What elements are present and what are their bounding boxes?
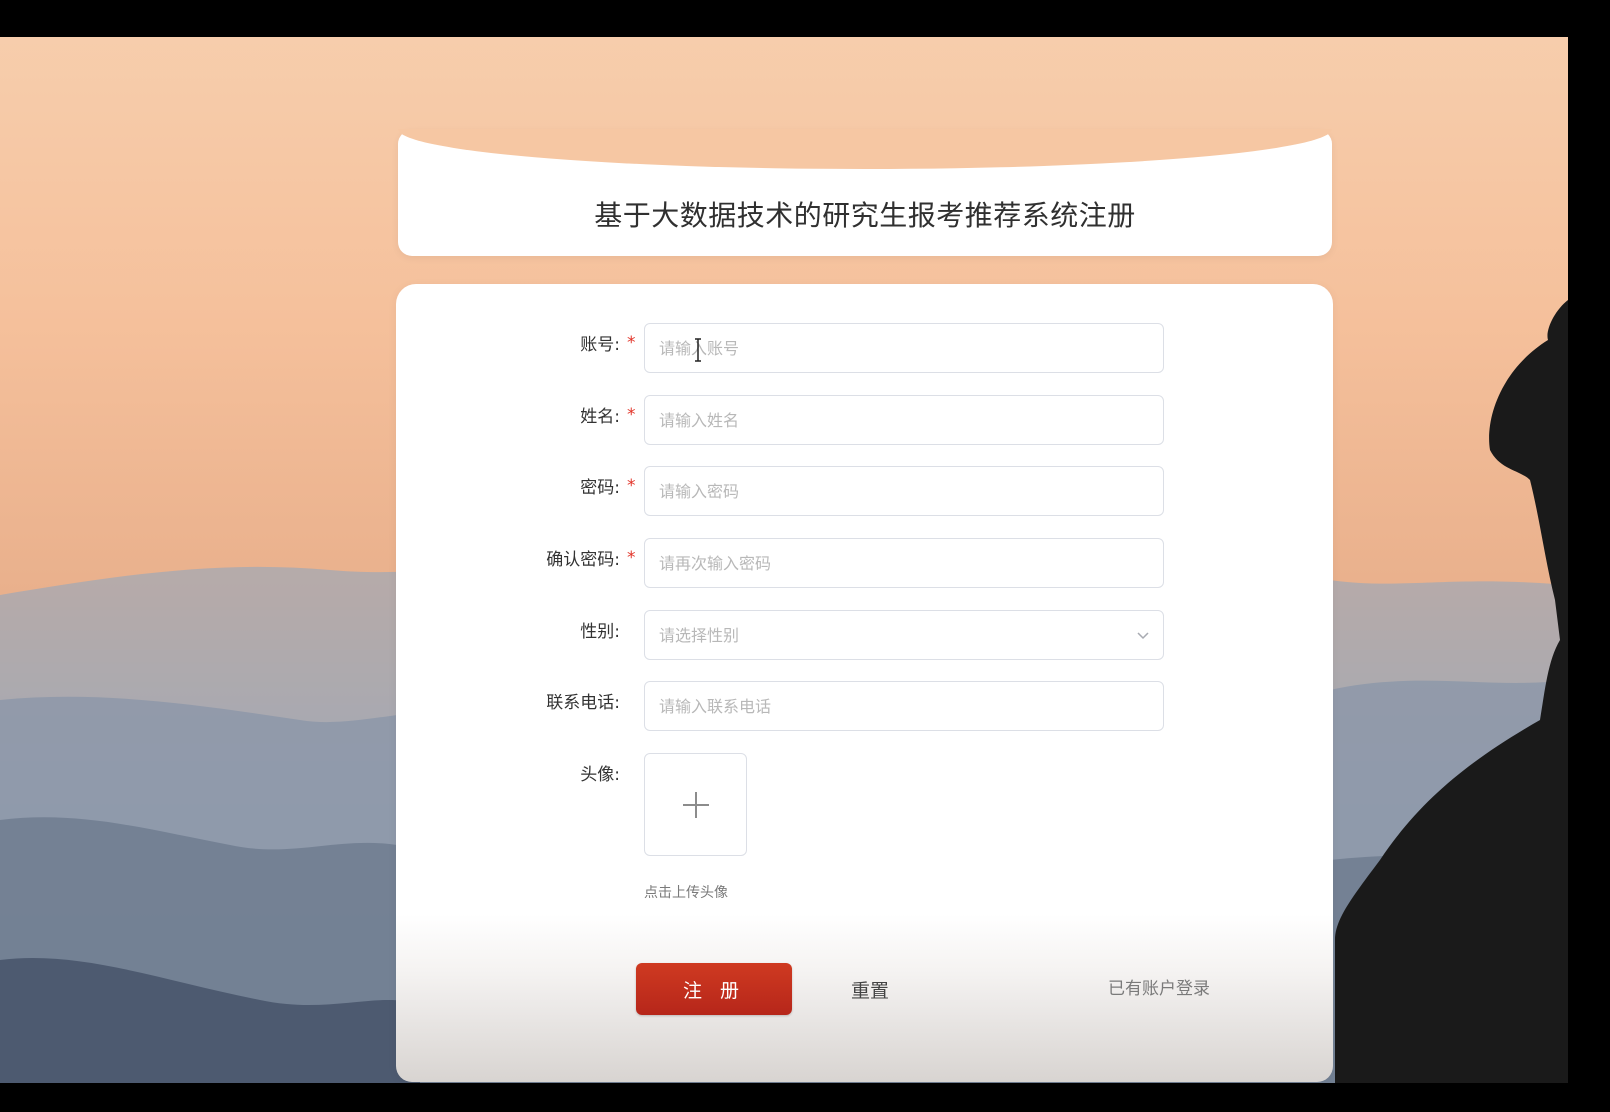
name-required-mark: *	[627, 405, 636, 425]
register-form: 账号: * 姓名: * 密码: * 确认密码: * 性别: 请选择性别 联系电话…	[396, 284, 1333, 1082]
phone-row: 联系电话:	[396, 681, 1333, 733]
name-row: 姓名: *	[396, 395, 1333, 447]
reset-button[interactable]: 重置	[832, 970, 908, 1008]
phone-label: 联系电话:	[546, 693, 620, 713]
confirm-password-label: 确认密码:	[546, 550, 620, 570]
confirm-password-row: 确认密码: *	[396, 538, 1333, 590]
gender-label: 性别:	[580, 622, 620, 642]
avatar-upload[interactable]	[644, 753, 747, 856]
password-label: 密码:	[580, 478, 620, 498]
name-input[interactable]	[644, 395, 1164, 445]
top-bar	[0, 0, 1568, 37]
gender-placeholder: 请选择性别	[659, 626, 740, 645]
password-required-mark: *	[627, 476, 636, 496]
account-required-mark: *	[627, 333, 636, 353]
account-row: 账号: *	[396, 323, 1333, 375]
avatar-label: 头像:	[580, 765, 620, 785]
name-label: 姓名:	[580, 407, 620, 427]
password-input[interactable]	[644, 466, 1164, 516]
avatar-upload-hint: 点击上传头像	[644, 885, 728, 901]
password-row: 密码: *	[396, 466, 1333, 518]
gender-select[interactable]: 请选择性别	[644, 610, 1164, 660]
login-link[interactable]: 已有账户登录	[1108, 974, 1210, 999]
title-card: 基于大数据技术的研究生报考推荐系统注册	[398, 129, 1332, 256]
avatar-row: 头像:	[396, 753, 1333, 805]
page-title: 基于大数据技术的研究生报考推荐系统注册	[594, 199, 1136, 232]
confirm-password-required-mark: *	[627, 548, 636, 568]
account-label: 账号:	[580, 335, 620, 355]
text-cursor-icon	[695, 338, 701, 362]
plus-icon	[683, 792, 709, 818]
register-button[interactable]: 注 册	[636, 963, 792, 1015]
gender-row: 性别: 请选择性别	[396, 610, 1333, 662]
confirm-password-input[interactable]	[644, 538, 1164, 588]
account-input[interactable]	[644, 323, 1164, 373]
phone-input[interactable]	[644, 681, 1164, 731]
chevron-down-icon	[1137, 632, 1149, 640]
